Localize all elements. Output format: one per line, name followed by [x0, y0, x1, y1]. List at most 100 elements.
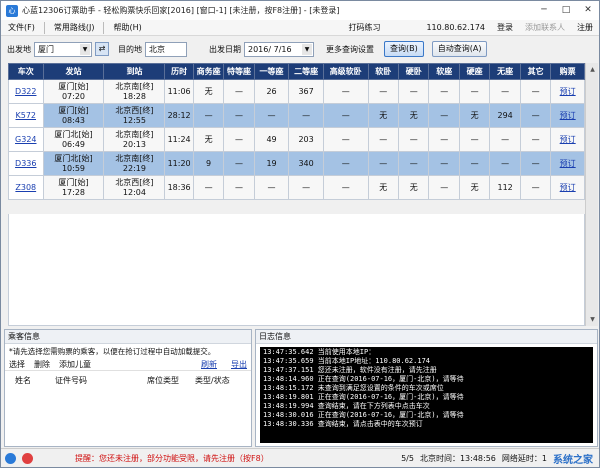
column-header[interactable]: 到站	[103, 63, 166, 80]
column-header[interactable]: 特等座	[223, 63, 255, 80]
arrival-time: 22:19	[122, 163, 146, 173]
column-header[interactable]: 商务座	[192, 63, 225, 80]
log-panel-title: 日志信息	[256, 330, 597, 344]
departure-time: 06:49	[61, 139, 86, 149]
date-picker[interactable]: 2016/ 7/16 ▼	[244, 41, 314, 57]
table-row[interactable]: G324 厦门北[始] 06:49 北京南[终] 20:13 11:24 无 — 4…	[8, 127, 585, 152]
chevron-down-icon[interactable]: ▼	[80, 43, 90, 55]
book-button[interactable]: 预订	[560, 135, 576, 144]
title-bar: 心 心蓝12306订票助手 - 轻松购票快乐回家[2016] [窗口-1] [未…	[1, 1, 599, 20]
seat-first: 19	[253, 151, 290, 176]
column-header[interactable]: 购票	[550, 63, 585, 80]
column-header[interactable]: 发站	[42, 63, 105, 80]
seat-first: 26	[253, 79, 290, 104]
seat-deluxe-sleeper: —	[322, 175, 369, 200]
buy-cell[interactable]: 预订	[550, 79, 585, 104]
column-header[interactable]: 软卧	[367, 63, 400, 80]
from-station-input[interactable]: 厦门 ▼	[34, 41, 92, 57]
column-header[interactable]: 车次	[8, 63, 44, 80]
train-code[interactable]: G324	[15, 135, 36, 144]
arrival-time: 12:04	[122, 187, 146, 197]
column-header[interactable]: 硬座	[458, 63, 491, 80]
seat-first: —	[253, 103, 290, 128]
scroll-down-icon[interactable]: ▼	[586, 313, 599, 326]
passenger-toolbar: 选择 删除 添加儿童 刷新 导出	[5, 359, 251, 371]
add-contact-link[interactable]: 添加联系人	[519, 22, 571, 33]
train-code-cell[interactable]: D336	[8, 151, 44, 176]
table-row[interactable]: Z308 厦门[始] 17:28 北京西[终] 12:04 18:36 — — — …	[8, 175, 585, 200]
train-code-cell[interactable]: K572	[8, 103, 44, 128]
status-bar: 提醒：您还未注册，部分功能受限，请先注册（按F8） 5/5 北京时间：13:48…	[1, 448, 599, 467]
query-button[interactable]: 查询(B)	[384, 41, 424, 57]
menu-file[interactable]: 文件(F)	[1, 22, 42, 33]
column-header[interactable]: 历时	[164, 63, 194, 80]
train-code-cell[interactable]: D322	[8, 79, 44, 104]
book-button[interactable]: 预订	[560, 183, 576, 192]
buy-cell[interactable]: 预订	[550, 103, 585, 128]
from-station-value: 厦门	[38, 44, 54, 54]
column-header[interactable]: 二等座	[288, 63, 324, 80]
add-child-button[interactable]: 添加儿童	[59, 359, 91, 370]
log-console[interactable]: 13:47:35.642 当前使用本地IP： 13:47:35.659 当前本地…	[260, 347, 593, 443]
seat-special: —	[223, 175, 255, 200]
seat-deluxe-sleeper: —	[322, 151, 369, 176]
register-link[interactable]: 注册	[571, 22, 599, 33]
book-button[interactable]: 预订	[560, 87, 576, 96]
window-title: 心蓝12306订票助手 - 轻松购票快乐回家[2016] [窗口-1] [未注册…	[22, 6, 340, 15]
book-button[interactable]: 预订	[560, 159, 576, 168]
to-station: 北京西[终]	[115, 105, 154, 115]
column-header[interactable]: 一等座	[253, 63, 290, 80]
table-row[interactable]: K572 厦门[始] 08:43 北京西[终] 12:55 28:12 — — — …	[8, 103, 585, 128]
column-header[interactable]: 软座	[428, 63, 460, 80]
table-row[interactable]: D336 厦门北[始] 10:59 北京南[终] 22:19 11:20 9 — 1…	[8, 151, 585, 176]
ip-address: 110.80.62.174	[426, 23, 485, 32]
chevron-down-icon[interactable]: ▼	[302, 43, 312, 55]
column-header[interactable]: 硬卧	[397, 63, 430, 80]
seat-standing: 294	[489, 103, 521, 128]
register-warning[interactable]: 提醒：您还未注册，部分功能受限，请先注册（按F8）	[75, 453, 269, 464]
column-header[interactable]: 高级软卧	[322, 63, 369, 80]
export-link[interactable]: 导出	[231, 359, 247, 370]
delete-passenger-button[interactable]: 删除	[34, 359, 50, 370]
column-header: 姓名	[15, 376, 31, 385]
column-header[interactable]: 无座	[489, 63, 521, 80]
login-link[interactable]: 登录	[491, 22, 519, 33]
menu-help[interactable]: 帮助(H)	[106, 22, 148, 33]
train-code[interactable]: D322	[15, 87, 36, 96]
select-passenger-button[interactable]: 选择	[9, 359, 25, 370]
book-button[interactable]: 预订	[560, 111, 576, 120]
train-code[interactable]: K572	[16, 111, 37, 120]
buy-cell[interactable]: 预订	[550, 151, 585, 176]
train-code[interactable]: D336	[15, 159, 36, 168]
minimize-button[interactable]: ─	[533, 1, 555, 20]
captcha-practice-link[interactable]: 打码练习	[342, 22, 386, 33]
column-header[interactable]: 其它	[519, 63, 552, 80]
train-code-cell[interactable]: G324	[8, 127, 44, 152]
buy-cell[interactable]: 预订	[550, 127, 585, 152]
from-station: 厦门[始]	[58, 105, 89, 115]
table-scrollbar[interactable]: ▲ ▼	[585, 63, 598, 326]
app-logo-icon: 心	[6, 4, 18, 17]
log-line: 13:48:30.336 查询结束，请点击表中的车次预订	[263, 420, 423, 428]
to-station-input[interactable]: 北京	[145, 41, 187, 57]
refresh-link[interactable]: 刷新	[201, 359, 217, 370]
swap-stations-icon[interactable]: ⇄	[95, 42, 109, 56]
status-alert-icon[interactable]	[22, 452, 33, 464]
train-code[interactable]: Z308	[15, 183, 36, 192]
menu-routes[interactable]: 常用路线(J)	[47, 22, 102, 33]
table-row[interactable]: D322 厦门[始] 07:20 北京南[终] 18:28 11:06 无 — 26…	[8, 79, 585, 104]
seat-deluxe-sleeper: —	[322, 127, 369, 152]
close-button[interactable]: ✕	[577, 1, 599, 20]
menu-bar: 文件(F) 常用路线(J) 帮助(H) 打码练习 110.80.62.174 登…	[1, 20, 599, 36]
status-right: 5/5 北京时间：13:48:56 网络延时：1 系统之家	[401, 451, 599, 466]
seat-business: 9	[192, 151, 225, 176]
maximize-button[interactable]: □	[555, 1, 577, 20]
train-code-cell[interactable]: Z308	[8, 175, 44, 200]
buy-cell[interactable]: 预订	[550, 175, 585, 200]
duration: 28:12	[164, 103, 194, 128]
seat-business: —	[192, 103, 225, 128]
scroll-up-icon[interactable]: ▲	[586, 63, 599, 76]
more-settings-link[interactable]: 更多查询设置	[326, 44, 374, 55]
auto-query-button[interactable]: 自动查询(A)	[431, 41, 488, 57]
log-line: 13:48:19.801 正在查询(2016-07-16，厦门-北京)，请等待	[263, 393, 464, 401]
